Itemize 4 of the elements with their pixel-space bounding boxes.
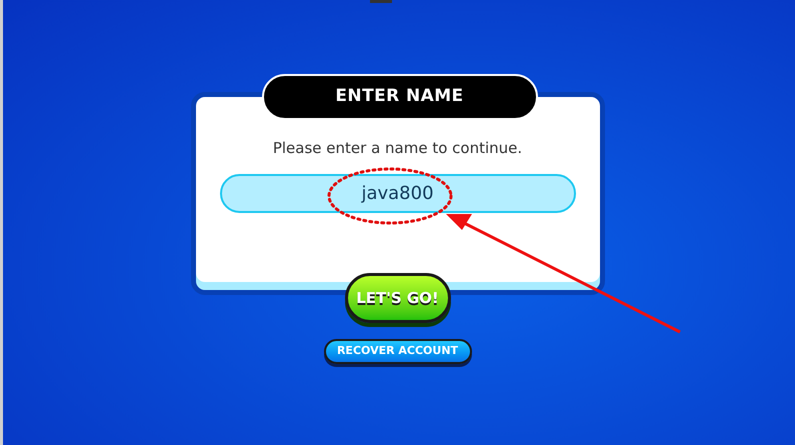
- prompt-text: Please enter a name to continue.: [272, 138, 522, 159]
- recover-account-button[interactable]: RECOVER ACCOUNT: [324, 339, 472, 364]
- name-field[interactable]: java800: [220, 174, 576, 212]
- dialog-title: ENTER NAME: [335, 85, 464, 108]
